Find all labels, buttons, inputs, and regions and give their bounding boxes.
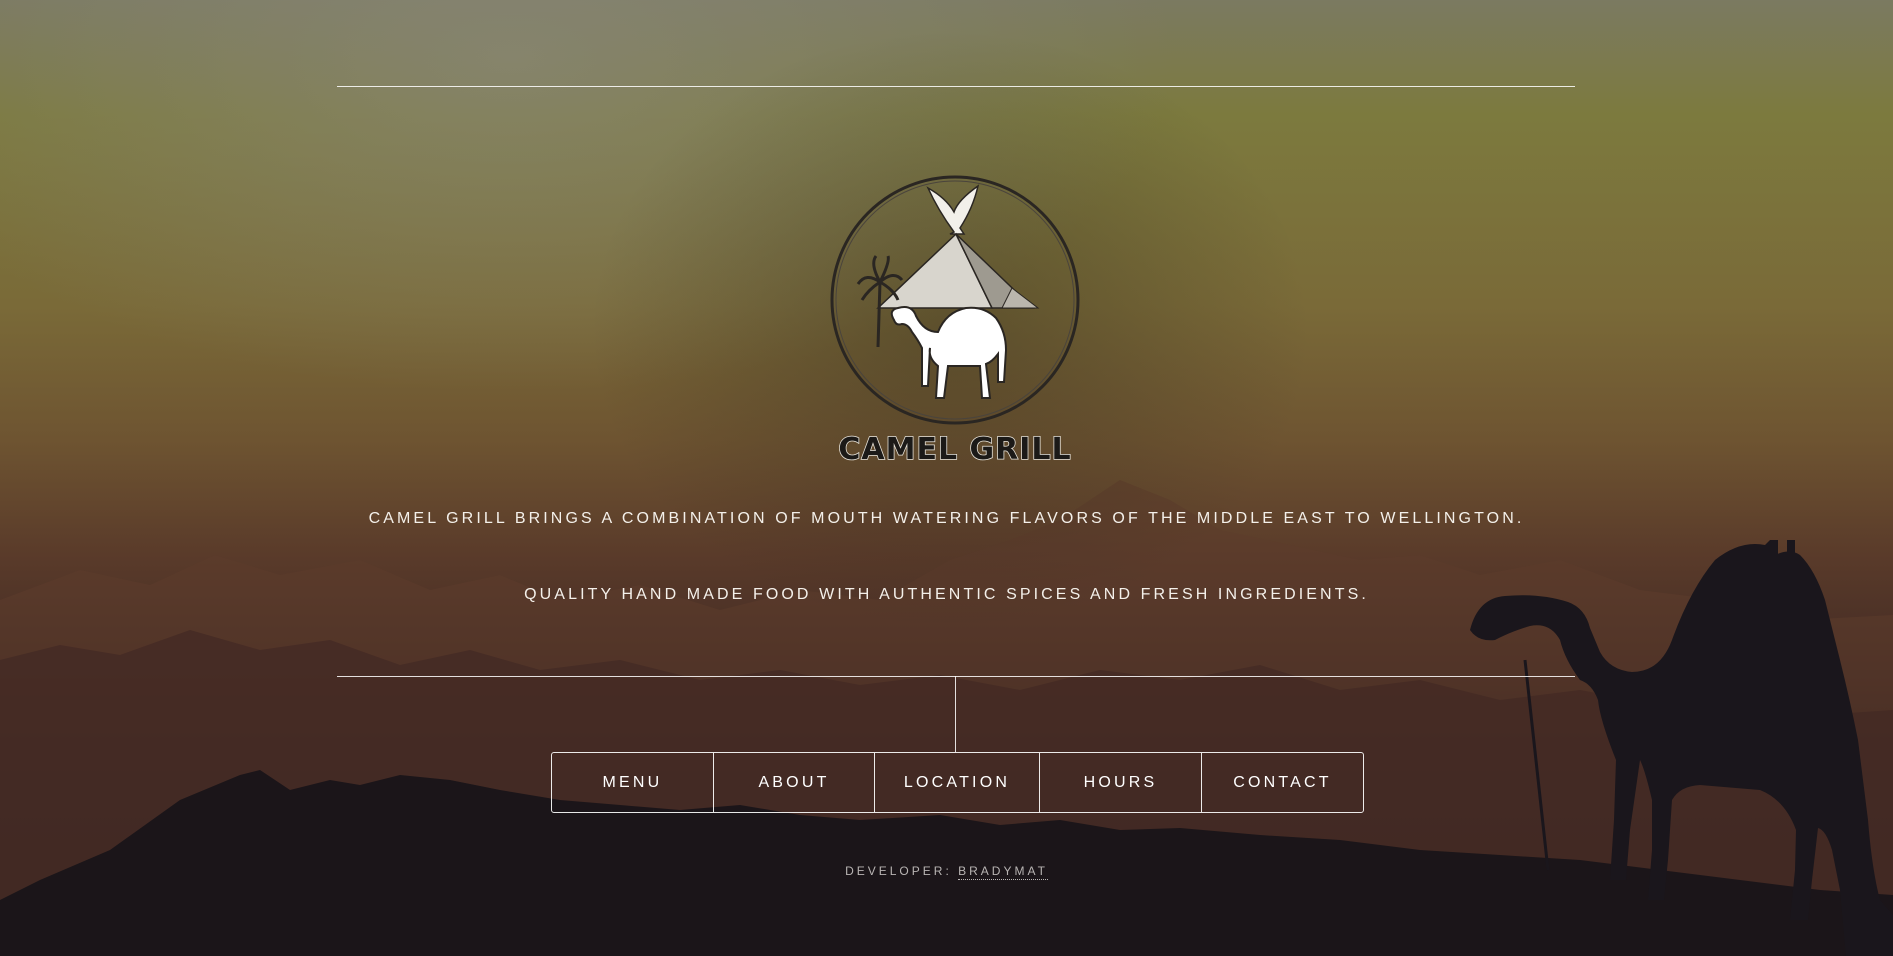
main-navigation: MENU ABOUT LOCATION HOURS CONTACT (551, 752, 1364, 813)
top-divider (337, 86, 1575, 87)
brand-name: CAMEL GRILL (838, 431, 1072, 468)
camel-grill-logo: CAMEL GRILL (828, 172, 1082, 472)
nav-contact-button[interactable]: CONTACT (1202, 753, 1363, 812)
tagline-intro: CAMEL GRILL BRINGS A COMBINATION OF MOUT… (368, 510, 1525, 527)
nav-location-button[interactable]: LOCATION (875, 753, 1040, 812)
nav-connector-line (955, 676, 956, 752)
nav-hours-button[interactable]: HOURS (1040, 753, 1202, 812)
camel-pyramid-eagle-emblem-icon (830, 175, 1080, 425)
nav-menu-button[interactable]: MENU (552, 753, 714, 812)
middle-divider (337, 676, 1575, 677)
nav-about-button[interactable]: ABOUT (714, 753, 875, 812)
developer-credit: DEVELOPER: BRADYMAT (0, 864, 1893, 880)
developer-link[interactable]: BRADYMAT (958, 864, 1048, 880)
tagline-quality: QUALITY HAND MADE FOOD WITH AUTHENTIC SP… (524, 586, 1369, 603)
developer-label: DEVELOPER: (845, 864, 952, 878)
